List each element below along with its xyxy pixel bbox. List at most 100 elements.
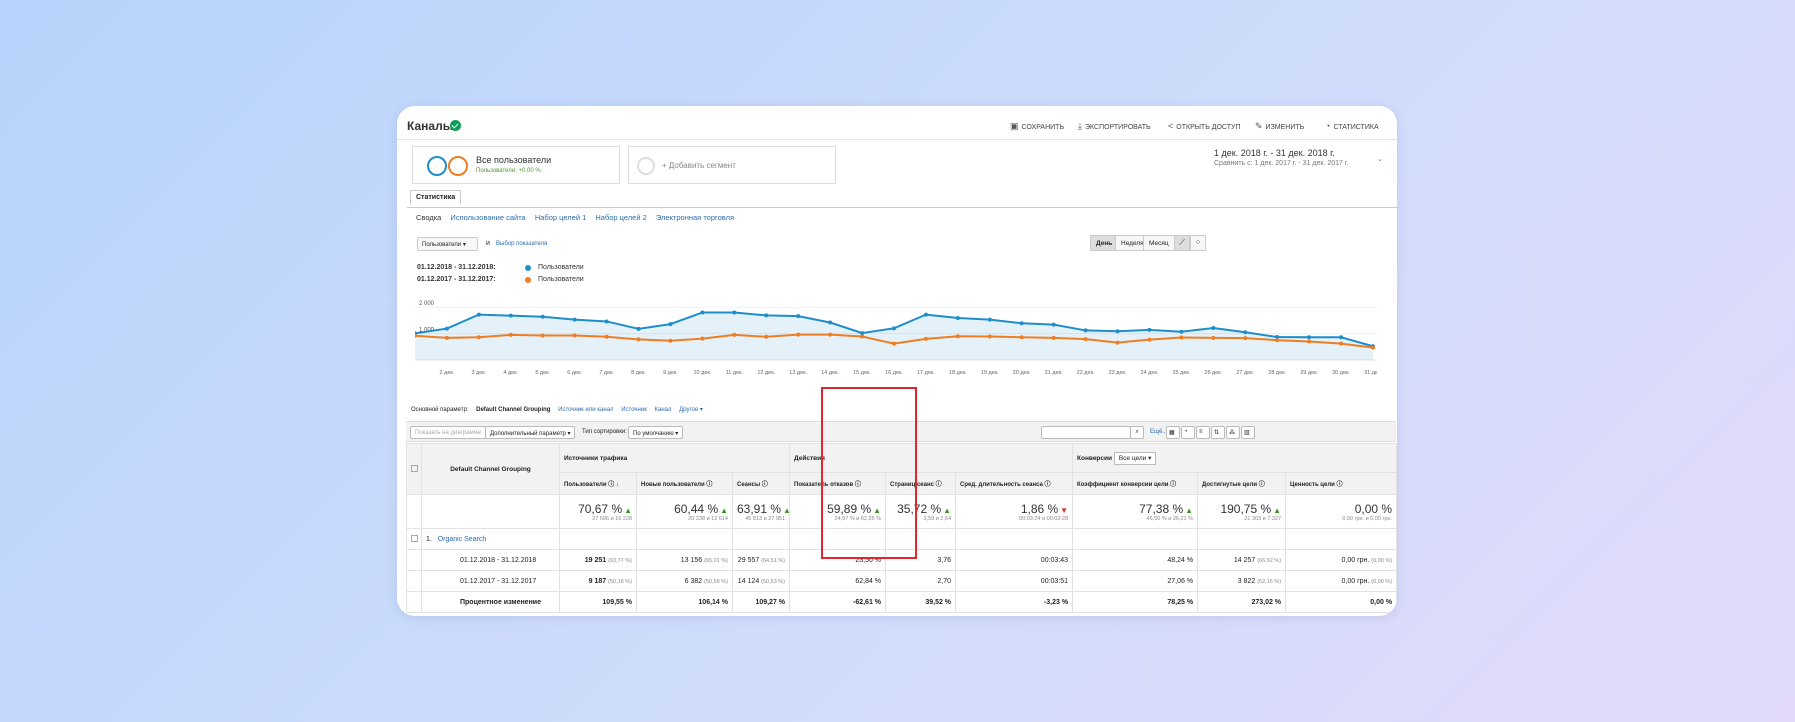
- comparison-view-icon[interactable]: ⇅: [1211, 426, 1225, 439]
- table-cell: 109,27 %: [731, 591, 791, 613]
- period-day[interactable]: День: [1090, 235, 1119, 251]
- table-cell: 29 557 (64,51 %): [731, 549, 791, 571]
- dimension-other[interactable]: Другое ▾: [679, 407, 703, 413]
- data-point: [572, 317, 577, 322]
- table-row: 01.12.2017 - 31.12.2017 9 187 (50,18 %) 6 …: [406, 570, 1397, 592]
- row-channel-name[interactable]: 1. Organic Search: [421, 528, 560, 550]
- x-tick-label: 25 дек.: [1172, 370, 1190, 376]
- table-cell: 6 382 (50,59 %): [636, 570, 733, 592]
- select-all-checkbox[interactable]: [406, 443, 422, 495]
- table-cell: 0,00 грн. (0,00 %): [1285, 549, 1397, 571]
- period-month[interactable]: Месяц: [1143, 235, 1175, 251]
- x-tick-label: 20 дек.: [1013, 370, 1031, 376]
- data-point: [1115, 340, 1120, 345]
- x-tick-label: 12 дек.: [757, 370, 775, 376]
- arrow-up-icon: ▲: [943, 505, 952, 515]
- motion-chart-icon[interactable]: ⁘: [1190, 235, 1206, 251]
- secondary-dimension-select[interactable]: Дополнительный параметр ▾: [485, 426, 576, 439]
- data-point: [1083, 337, 1088, 342]
- save-button[interactable]: ▣ СОХРАНИТЬ: [1010, 121, 1064, 132]
- add-segment-button[interactable]: + Добавить сегмент: [628, 146, 836, 184]
- chevron-down-icon[interactable]: ⌄: [1377, 155, 1383, 163]
- insights-icon: ◔: [1325, 121, 1331, 131]
- totals-cell: 70,67 % ▲ 27 696 и 16 228: [559, 494, 637, 529]
- x-tick-label: 10 дек.: [693, 370, 711, 376]
- arrow-up-icon: ▲: [624, 505, 632, 515]
- performance-view-icon[interactable]: ≡: [1196, 426, 1210, 439]
- table-view-icon[interactable]: ▦: [1166, 426, 1180, 439]
- dimension-source-medium[interactable]: Источник или канал: [558, 407, 613, 413]
- legend-dot-icon: [525, 277, 531, 283]
- table-cell: 9 187 (50,18 %): [559, 570, 637, 592]
- report-header: Каналы ▣ СОХРАНИТЬ ⤓ ЭКСПОРТИРОВАТЬ < ОТКРЫ…: [397, 106, 1397, 140]
- data-point: [444, 326, 449, 331]
- column-header[interactable]: Пользователи ⓘ ↓: [559, 472, 637, 495]
- insights-button[interactable]: ◔ СТАТИСТИКА: [1325, 121, 1379, 131]
- data-point: [1051, 335, 1056, 340]
- column-header[interactable]: Новые пользователи ⓘ: [636, 472, 733, 495]
- data-point: [732, 310, 737, 315]
- dimension-source[interactable]: Источник: [621, 407, 647, 413]
- data-point: [1147, 337, 1152, 342]
- and-label: и: [486, 240, 490, 247]
- table-cell: [1285, 528, 1397, 550]
- metric-select[interactable]: Пользователи ▾: [417, 237, 478, 251]
- segment-all-users[interactable]: Все пользователи Пользователи: +0,00 %: [412, 146, 620, 184]
- pivot-view-icon[interactable]: ▥: [1241, 426, 1255, 439]
- arrow-up-icon: ▲: [1273, 505, 1282, 515]
- segment-ring-icon: [448, 156, 468, 176]
- line-chart-icon[interactable]: ⟋: [1174, 235, 1190, 251]
- totals-cell: 60,44 % ▲ 20 238 и 12 614: [636, 494, 733, 529]
- subtab-summary[interactable]: Сводка: [416, 213, 441, 222]
- select-metric-link[interactable]: Выбор показателя: [496, 241, 547, 247]
- subtab-site-usage[interactable]: Использование сайта: [450, 213, 525, 222]
- row-checkbox-spacer: [406, 494, 422, 529]
- primary-dimension-value: Default Channel Grouping: [476, 407, 551, 413]
- highlight-box-bounce-rate: [821, 387, 917, 559]
- column-header[interactable]: Сред. длительность сеанса ⓘ: [955, 472, 1074, 495]
- data-point: [572, 333, 577, 338]
- x-tick-label: 21 дек.: [1045, 370, 1063, 376]
- goal-select[interactable]: Все цели ▾: [1113, 452, 1157, 465]
- column-header[interactable]: Сеансы ⓘ: [731, 472, 791, 495]
- table-cell: [731, 528, 791, 550]
- table-cell: -3,23 %: [955, 591, 1074, 613]
- date-compare[interactable]: Сравнить с: 1 дек. 2017 г. - 31 дек. 201…: [1214, 160, 1349, 167]
- data-point: [892, 326, 896, 331]
- analytics-window: Каналы ▣ СОХРАНИТЬ ⤓ ЭКСПОРТИРОВАТЬ < ОТКРЫ…: [397, 106, 1397, 616]
- sort-type-select[interactable]: По умолчанию ▾: [628, 426, 684, 439]
- x-tick-label: 17 дек.: [917, 370, 935, 376]
- column-header[interactable]: Ценность цели ⓘ: [1285, 472, 1397, 495]
- column-header[interactable]: Коэффициент конверсии цели ⓘ: [1072, 472, 1199, 495]
- data-point: [476, 335, 481, 340]
- pie-view-icon[interactable]: ◔: [1181, 426, 1195, 439]
- search-icon[interactable]: ⌕: [1130, 426, 1144, 439]
- subtab-ecommerce[interactable]: Электронная торговля: [656, 213, 734, 222]
- row-checkbox[interactable]: [406, 528, 422, 550]
- x-tick-label: 13 дек.: [789, 370, 807, 376]
- column-header[interactable]: Достигнутые цели ⓘ: [1197, 472, 1287, 495]
- edit-button[interactable]: ✎ ИЗМЕНИТЬ: [1255, 121, 1304, 132]
- term-cloud-icon[interactable]: ⁂: [1226, 426, 1240, 439]
- data-point: [923, 312, 928, 317]
- data-point: [1243, 336, 1248, 341]
- plot-rows-button[interactable]: Показать на диаграмме: [410, 426, 487, 439]
- primary-dimension-bar: Основной параметр: Default Channel Group…: [411, 406, 709, 413]
- tab-statistics[interactable]: Статистика: [410, 190, 462, 205]
- data-point: [1179, 329, 1184, 334]
- subtab-goal-set-1[interactable]: Набор целей 1: [535, 213, 586, 222]
- share-button[interactable]: < ОТКРЫТЬ ДОСТУП: [1168, 121, 1241, 131]
- dimension-medium[interactable]: Канал: [655, 407, 672, 413]
- export-button[interactable]: ⤓ ЭКСПОРТИРОВАТЬ: [1078, 121, 1151, 132]
- data-point: [1019, 321, 1024, 326]
- data-point: [1179, 335, 1184, 340]
- x-tick-label: 19 дек.: [981, 370, 999, 376]
- data-point: [955, 316, 960, 321]
- data-point: [1051, 322, 1056, 327]
- date-range[interactable]: 1 дек. 2018 г. - 31 дек. 2018 г.: [1214, 148, 1335, 158]
- subtab-goal-set-2[interactable]: Набор целей 2: [595, 213, 646, 222]
- table-search-input[interactable]: [1041, 426, 1131, 439]
- table-cell: 39,52 %: [885, 591, 957, 613]
- dimension-header[interactable]: Default Channel Grouping: [421, 443, 560, 495]
- legend-date-previous: 01.12.2017 - 31.12.2017:: [417, 276, 496, 283]
